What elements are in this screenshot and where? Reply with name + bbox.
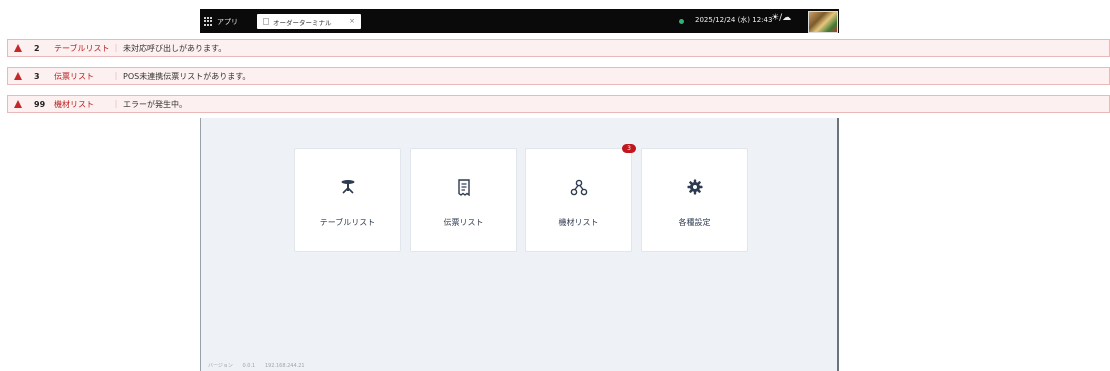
weather-icon: ☀/☁ [771, 13, 792, 23]
warning-icon [14, 44, 22, 52]
divider: ｜ [112, 71, 120, 81]
tile-label: テーブルリスト [319, 218, 376, 227]
tile-receipt-list[interactable]: 伝票リスト [410, 148, 517, 252]
alert-name: 機材リスト [54, 99, 94, 109]
datetime-display: 2025/12/24 (水) 12:43 [695, 16, 773, 24]
apps-label: アプリ [217, 17, 238, 26]
version-value: 0.0.1 [242, 363, 256, 369]
tab-order-terminal[interactable]: オーダーターミナル × [257, 14, 361, 29]
receipt-icon [411, 179, 516, 197]
alert-name: テーブルリスト [54, 43, 110, 53]
document-icon [263, 18, 269, 25]
tab-close-icon[interactable]: × [349, 17, 355, 25]
tile-label: 各種設定 [678, 218, 711, 227]
alert-count: 2 [34, 43, 40, 53]
tile-device-list[interactable]: 機材リスト [525, 148, 632, 252]
tile-table-list[interactable]: テーブルリスト [294, 148, 401, 252]
connection-status-icon [679, 19, 684, 24]
alert-count: 3 [34, 71, 40, 81]
alert-name: 伝票リスト [54, 71, 94, 81]
window-topbar: アプリ オーダーターミナル × 2025/12/24 (水) 12:43 ☀/☁ [200, 9, 839, 33]
alert-row[interactable]: 2 テーブルリスト ｜ 未対応呼び出しがあります。 [7, 39, 1110, 57]
alert-row[interactable]: 99 機材リスト ｜ エラーが発生中。 [7, 95, 1110, 113]
apps-grid-icon [204, 17, 213, 26]
device-alert-badge: 3 [622, 144, 636, 153]
alert-row[interactable]: 3 伝票リスト ｜ POS未連携伝票リストがあります。 [7, 67, 1110, 85]
alert-message: 未対応呼び出しがあります。 [123, 43, 227, 53]
divider: ｜ [112, 43, 120, 53]
tab-title: オーダーターミナル [273, 18, 332, 27]
divider: ｜ [112, 99, 120, 109]
warning-icon [14, 100, 22, 108]
network-icon [526, 179, 631, 197]
user-avatar[interactable] [808, 11, 838, 33]
alert-message: エラーが発生中。 [123, 99, 187, 109]
gear-icon [642, 179, 747, 197]
version-label: バージョン [208, 363, 233, 369]
warning-icon [14, 72, 22, 80]
table-icon [295, 179, 400, 197]
tile-label: 伝票リスト [443, 218, 484, 227]
tile-settings[interactable]: 各種設定 [641, 148, 748, 252]
version-footer: バージョン 0.0.1 192.168.244.21 [208, 362, 313, 369]
apps-button[interactable]: アプリ [204, 15, 238, 28]
alert-message: POS未連携伝票リストがあります。 [123, 71, 251, 81]
tile-label: 機材リスト [558, 218, 599, 227]
main-panel: テーブルリスト 伝票リスト 機材リスト 3 各種設定 バージョン 0.0.1 1… [200, 118, 839, 371]
ip-address: 192.168.244.21 [264, 363, 305, 369]
alert-count: 99 [34, 99, 46, 109]
